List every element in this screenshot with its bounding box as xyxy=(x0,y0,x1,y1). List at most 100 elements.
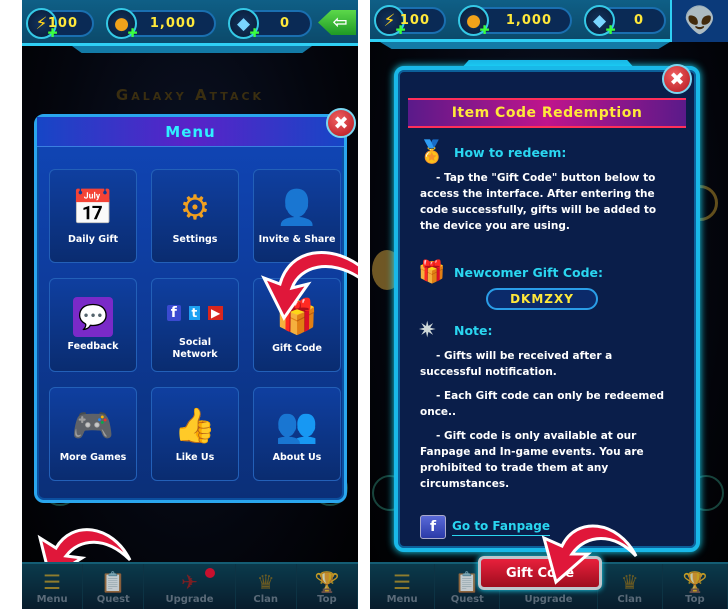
menu-item-label: Daily Gift xyxy=(67,234,119,245)
menu-title: Menu xyxy=(165,122,216,141)
close-icon: ✖ xyxy=(669,68,685,90)
nav-label: Menu xyxy=(36,594,68,605)
facebook-flag-icon: f xyxy=(420,515,446,539)
how-to-section-header: 🏅 How to redeem: xyxy=(418,140,566,165)
nav-label: Upgrade xyxy=(524,594,573,605)
menu-item-label: Settings xyxy=(172,234,218,245)
menu-item-label: Feedback xyxy=(67,341,119,352)
nav-upgrade[interactable]: ✈ Upgrade xyxy=(144,564,236,609)
add-icon: ✚ xyxy=(249,26,260,40)
social-network-icon: f t ▶ xyxy=(166,289,224,333)
coins-counter[interactable]: ● ✚ 1,000 xyxy=(458,5,572,36)
menu-item-label: About Us xyxy=(272,452,322,463)
note-text: - Each Gift code can only be redeemed on… xyxy=(420,390,664,418)
nav-top[interactable]: 🏆 Top xyxy=(297,564,358,609)
invite-user-icon: 👤 xyxy=(275,188,319,228)
top-resource-bar: ⚡ ✚ 100 ● ✚ 1,000 ◆ ✚ 0 ⇦ xyxy=(22,0,358,46)
menu-item-feedback[interactable]: 💬 Feedback xyxy=(49,278,137,372)
add-icon: ✚ xyxy=(605,23,616,37)
nav-label: Quest xyxy=(96,594,130,605)
nav-top[interactable]: 🏆 Top xyxy=(663,564,728,609)
nav-label: Quest xyxy=(450,594,484,605)
note-item: - Gift code is only available at our Fan… xyxy=(420,428,674,492)
close-icon: ✖ xyxy=(333,112,349,134)
profile-button[interactable]: 👽 xyxy=(670,0,728,42)
menu-item-label: Like Us xyxy=(175,452,215,463)
coins-value: 1,000 xyxy=(505,13,552,28)
menu-item-like-us[interactable]: 👍 Like Us xyxy=(151,387,239,481)
game-title-background: Galaxy Attack xyxy=(115,86,265,104)
nav-label: Top xyxy=(685,594,705,605)
spaceship-icon: ✈ xyxy=(181,570,198,594)
menu-close-button[interactable]: ✖ xyxy=(326,108,356,138)
thumbs-up-icon: 👍 xyxy=(173,406,217,446)
energy-counter[interactable]: ⚡ ✚ 100 xyxy=(26,8,94,39)
crystals-counter[interactable]: ◆ ✚ 0 xyxy=(584,5,666,37)
nav-menu[interactable]: ☰ Menu xyxy=(370,564,436,609)
menu-header: Menu xyxy=(37,117,344,147)
note-item: - Each Gift code can only be redeemed on… xyxy=(420,388,674,420)
note-text: - Gifts will be received after a success… xyxy=(420,350,613,378)
energy-counter[interactable]: ⚡ ✚ 100 xyxy=(374,5,446,36)
coins-value: 1,000 xyxy=(149,16,196,31)
group-icon: 👥 xyxy=(275,406,319,446)
menu-item-social-network[interactable]: f t ▶ Social Network xyxy=(151,278,239,372)
nav-quest[interactable]: 📋 Quest xyxy=(83,564,145,609)
menu-grid: 📅 Daily Gift ⚙ Settings 👤 Invite & Share… xyxy=(49,169,341,481)
medal-badge-icon: 🏅 xyxy=(418,140,446,165)
add-icon: ✚ xyxy=(127,26,138,40)
nav-label: Top xyxy=(317,594,337,605)
back-arrow-icon: ⇦ xyxy=(332,12,348,33)
redeem-close-button[interactable]: ✖ xyxy=(662,64,692,94)
newcomer-code-field[interactable]: DKMZXY xyxy=(486,288,598,310)
chat-bubbles-icon: 💬 xyxy=(73,297,113,337)
newcomer-heading: Newcomer Gift Code: xyxy=(454,265,603,280)
menu-item-label: Social Network xyxy=(172,337,218,360)
menu-item-label: Gift Code xyxy=(272,343,322,354)
menu-item-daily-gift[interactable]: 📅 Daily Gift xyxy=(49,169,137,263)
red-arrow-to-gift-code xyxy=(260,251,358,321)
clan-crown-icon: ♛ xyxy=(256,570,275,594)
how-to-heading: How to redeem: xyxy=(454,145,567,160)
gamepad-icon: 🎮 xyxy=(71,406,115,446)
star-badge-icon: ✷ xyxy=(418,318,437,343)
crystals-value: 0 xyxy=(279,16,290,31)
menu-item-about-us[interactable]: 👥 About Us xyxy=(253,387,341,481)
top-resource-bar: ⚡ ✚ 100 ● ✚ 1,000 ◆ ✚ 0 👽 xyxy=(370,0,728,42)
clipboard-check-icon: 📋 xyxy=(100,570,126,594)
clipboard-check-icon: 📋 xyxy=(454,570,480,594)
hamburger-icon: ☰ xyxy=(43,570,62,594)
newcomer-section-header: 🎁 Newcomer Gift Code: xyxy=(418,260,603,285)
topbar-tab xyxy=(380,42,670,49)
energy-value: 100 xyxy=(47,16,78,31)
newcomer-code-value: DKMZXY xyxy=(510,292,574,306)
redeem-header: Item Code Redemption xyxy=(408,98,686,128)
menu-item-more-games[interactable]: 🎮 More Games xyxy=(49,387,137,481)
energy-value: 100 xyxy=(399,13,430,28)
coins-counter[interactable]: ● ✚ 1,000 xyxy=(106,8,216,40)
note-section-header: ✷ Note: xyxy=(418,318,493,343)
trophy-icon: 🏆 xyxy=(314,570,340,594)
gift-box-icon: 🎁 xyxy=(418,260,446,285)
nav-menu[interactable]: ☰ Menu xyxy=(22,564,84,609)
note-item: - Gifts will be received after a success… xyxy=(420,348,674,380)
how-to-text: - Tap the "Gift Code" button below to ac… xyxy=(420,170,674,234)
redeem-dialog: Item Code Redemption 🏅 How to redeem: - … xyxy=(394,66,700,552)
note-heading: Note: xyxy=(454,323,493,338)
calendar-gift-icon: 📅 xyxy=(71,188,115,228)
back-button[interactable]: ⇦ xyxy=(318,10,356,35)
crystals-counter[interactable]: ◆ ✚ 0 xyxy=(228,8,312,40)
nav-label: Upgrade xyxy=(165,594,214,605)
crystals-value: 0 xyxy=(633,13,644,28)
menu-item-settings[interactable]: ⚙ Settings xyxy=(151,169,239,263)
menu-item-label: More Games xyxy=(59,452,127,463)
nav-label: Menu xyxy=(386,594,418,605)
nav-clan[interactable]: ♛ Clan xyxy=(236,564,297,609)
right-screen-redemption: ⚡ ✚ 100 ● ✚ 1,000 ◆ ✚ 0 👽 Item Code Rede… xyxy=(370,0,728,609)
nav-label: Clan xyxy=(617,594,643,605)
gear-icon: ⚙ xyxy=(179,188,211,228)
topbar-tab xyxy=(72,46,312,53)
nav-label: Clan xyxy=(253,594,279,605)
bottom-navigation: ☰ Menu 📋 Quest ✈ Upgrade ♛ Clan 🏆 Top xyxy=(22,562,358,609)
left-screen-menu: ⚡ ✚ 100 ● ✚ 1,000 ◆ ✚ 0 ⇦ Galaxy Attack … xyxy=(22,0,358,609)
